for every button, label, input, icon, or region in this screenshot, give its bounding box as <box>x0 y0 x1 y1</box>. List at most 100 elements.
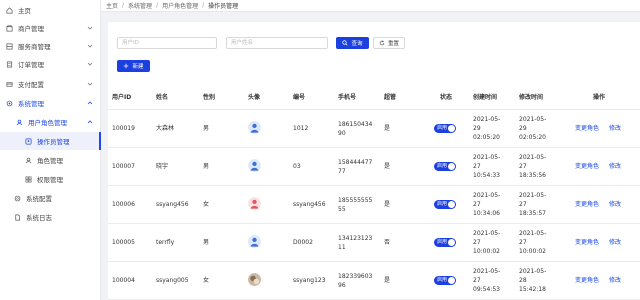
status-label: 启用 <box>437 201 448 207</box>
shop-icon <box>6 25 13 32</box>
cell-phone: 96 <box>338 282 346 289</box>
menu-item-home[interactable]: 主页 <box>0 1 101 19</box>
cell-phone: 182339603 <box>338 273 373 280</box>
cell-phone: 186150434 <box>338 121 373 128</box>
sidebar: 主页 商户管理 服务商管理 订单管理 支付配置 系统管理 用户角色管理 操作员管… <box>0 0 101 300</box>
menu-label: 主页 <box>18 7 31 15</box>
cell-phone: 185555555 <box>338 197 373 204</box>
operator-icon <box>25 138 32 145</box>
cell-updated: 29 <box>519 125 527 132</box>
breadcrumb: 主页 / 系统管理 / 用户角色管理 / 操作员管理 <box>101 0 640 12</box>
menu-item-merchant[interactable]: 商户管理 <box>0 19 101 37</box>
search-button-label: 查询 <box>351 41 363 47</box>
cell-code: 1012 <box>293 125 309 132</box>
column-header: 姓名 <box>156 94 169 101</box>
menu-item-permission[interactable]: 权限管理 <box>0 170 101 188</box>
search-button[interactable]: 查询 <box>336 37 369 49</box>
cell-code: D0002 <box>293 239 313 246</box>
cell-phone: 77 <box>338 168 346 175</box>
cell-user-id: 100004 <box>112 277 135 284</box>
chevron-down-icon <box>87 81 93 87</box>
menu-item-config[interactable]: 系统配置 <box>0 189 101 207</box>
cell-user-id: 100006 <box>112 201 135 208</box>
cell-created: 27 <box>473 277 481 284</box>
user-id-input[interactable] <box>117 37 217 49</box>
menu-item-order[interactable]: 订单管理 <box>0 55 101 73</box>
cell-created: 2021-05- <box>473 268 501 275</box>
breadcrumb-item[interactable]: 用户角色管理 <box>162 1 198 10</box>
change-role-link[interactable]: 变更角色 <box>575 200 599 209</box>
cell-created: 29 <box>473 125 481 132</box>
status-label: 启用 <box>437 163 448 169</box>
menu-label: 订单管理 <box>18 61 44 69</box>
cell-created: 2021-05- <box>473 230 501 237</box>
role-icon <box>25 157 32 164</box>
column-header: 性别 <box>203 94 216 101</box>
avatar <box>248 159 261 172</box>
edit-link[interactable]: 修改 <box>609 276 621 285</box>
menu-label: 系统管理 <box>18 100 44 108</box>
table-row: 100006 ssyang456 女 ssyang456 185555555 5… <box>108 186 640 224</box>
cell-created: 10:00:02 <box>473 248 500 255</box>
menu-label: 商户管理 <box>18 25 44 33</box>
log-icon <box>14 214 21 221</box>
status-label: 启用 <box>437 239 448 245</box>
breadcrumb-item[interactable]: 系统管理 <box>128 1 152 10</box>
plus-icon <box>124 63 129 69</box>
status-toggle[interactable]: 启用 <box>434 238 456 247</box>
menu-item-user-role[interactable]: 用户角色管理 <box>0 113 101 131</box>
cell-name: 晓宇 <box>156 163 169 170</box>
status-toggle[interactable]: 启用 <box>434 276 456 285</box>
cell-created: 10:34:06 <box>473 210 500 217</box>
change-role-link[interactable]: 变更角色 <box>575 276 599 285</box>
change-role-link[interactable]: 变更角色 <box>575 238 599 247</box>
menu-item-operator[interactable]: 操作员管理 <box>0 132 101 150</box>
cell-code: ssyang123 <box>293 277 326 284</box>
cell-phone: 55 <box>338 206 346 213</box>
cell-updated: 18:35:57 <box>519 210 546 217</box>
edit-link[interactable]: 修改 <box>609 124 621 133</box>
order-icon <box>6 61 13 68</box>
cell-created: 2021-05- <box>473 154 501 161</box>
cell-updated: 15:42:18 <box>519 286 546 293</box>
chevron-down-icon <box>87 25 93 31</box>
status-label: 启用 <box>437 277 448 283</box>
column-header: 修改时间 <box>519 94 544 101</box>
edit-link[interactable]: 修改 <box>609 200 621 209</box>
chevron-up-icon <box>87 100 93 106</box>
column-header: 用户ID <box>112 94 132 101</box>
status-toggle[interactable]: 启用 <box>434 124 456 133</box>
main-panel: 查询 重置 新建 用户ID 姓名 性别 头像 编号 手机号 超管 状态 创建时间… <box>108 22 640 300</box>
change-role-link[interactable]: 变更角色 <box>575 124 599 133</box>
cell-created: 2021-05- <box>473 192 501 199</box>
cell-updated: 2021-05- <box>519 268 547 275</box>
cell-name: ssyang005 <box>156 277 189 284</box>
menu-item-role[interactable]: 角色管理 <box>0 151 101 169</box>
change-role-link[interactable]: 变更角色 <box>575 162 599 171</box>
menu-item-payment[interactable]: 支付配置 <box>0 75 101 93</box>
breadcrumb-item[interactable]: 主页 <box>106 1 118 10</box>
menu-item-system[interactable]: 系统管理 <box>0 94 101 112</box>
add-button[interactable]: 新建 <box>117 60 150 72</box>
home-icon <box>6 6 13 14</box>
user-name-input[interactable] <box>226 37 328 49</box>
avatar <box>248 121 261 134</box>
cell-updated: 27 <box>519 201 527 208</box>
cell-admin: 是 <box>384 125 391 132</box>
cell-phone: 90 <box>338 130 346 137</box>
status-toggle[interactable]: 启用 <box>434 162 456 171</box>
config-icon <box>14 195 21 202</box>
menu-label: 权限管理 <box>37 176 63 184</box>
table-row: 100019 大森林 男 1012 186150434 90 是 启用 2021… <box>108 110 640 148</box>
payment-icon <box>6 81 13 88</box>
chevron-down-icon <box>87 61 93 67</box>
reset-button[interactable]: 重置 <box>373 37 405 49</box>
add-button-label: 新建 <box>132 64 144 70</box>
menu-item-provider[interactable]: 服务商管理 <box>0 37 101 55</box>
cell-updated: 2021-05- <box>519 154 547 161</box>
edit-link[interactable]: 修改 <box>609 162 621 171</box>
status-toggle[interactable]: 启用 <box>434 200 456 209</box>
cell-updated: 2021-05- <box>519 116 547 123</box>
menu-item-log[interactable]: 系统日志 <box>0 208 101 226</box>
edit-link[interactable]: 修改 <box>609 238 621 247</box>
